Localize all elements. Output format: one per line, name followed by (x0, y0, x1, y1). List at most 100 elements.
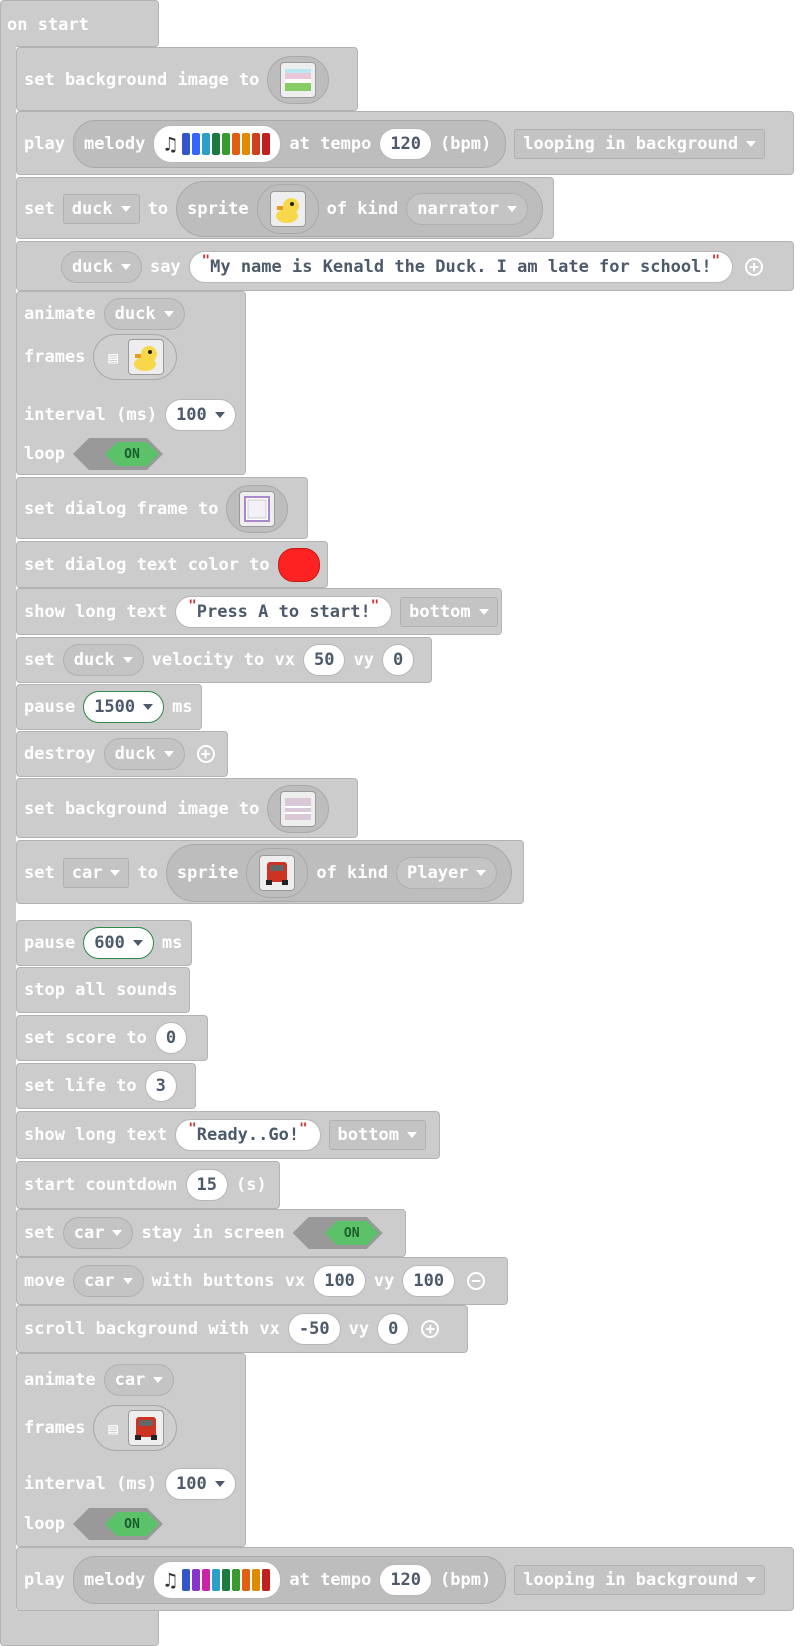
background-image-slot[interactable] (267, 785, 330, 833)
show-long-text-block[interactable]: show long text " Press A to start! " botto… (16, 588, 502, 635)
variable-dropdown[interactable]: car (103, 1364, 175, 1396)
frames-editor[interactable]: ▤ (93, 334, 178, 380)
melody-editor[interactable]: ♫ (153, 125, 282, 163)
plus-circle-icon[interactable]: + (745, 258, 764, 276)
pause-block[interactable]: pause 1500 ms (16, 684, 202, 730)
plus-circle-icon[interactable]: + (196, 745, 215, 763)
color-swatch[interactable] (277, 548, 320, 582)
melody-wrapper[interactable]: melody ♫ at tempo 120 (bpm) (72, 1556, 507, 1604)
interval-label: interval (ms) (24, 405, 158, 425)
chevron-down-icon (507, 206, 518, 212)
set-score-block[interactable]: set score to 0 (16, 1015, 208, 1061)
block-label: set background image to (24, 70, 260, 90)
sprite-image-slot[interactable] (246, 848, 309, 898)
vx-input[interactable]: -50 (287, 1313, 341, 1345)
melody-note-bar (212, 133, 221, 155)
playback-mode-dropdown[interactable]: looping in background (514, 1565, 766, 1595)
sprite-say-block[interactable]: duck say " My name is Kenald the Duck. I … (16, 241, 794, 291)
car-sprite-thumb[interactable] (259, 855, 296, 891)
scroll-background-block[interactable]: scroll background with vx -50 vy 0 + (16, 1305, 468, 1353)
position-dropdown[interactable]: bottom (400, 597, 498, 627)
animate-block[interactable]: animate car frames ▤ interval (ms) 100 l… (16, 1353, 246, 1547)
background-image-slot[interactable] (267, 56, 330, 104)
interval-dropdown[interactable]: 100 (165, 1468, 236, 1500)
long-text-input[interactable]: " Ready..Go! " (175, 1119, 321, 1151)
kind-dropdown[interactable]: Player (396, 857, 498, 889)
minus-circle-icon[interactable]: − (467, 1272, 486, 1290)
duck-frame-thumb[interactable] (128, 339, 165, 375)
position-dropdown[interactable]: bottom (328, 1120, 426, 1150)
variable-dropdown[interactable]: duck (62, 644, 144, 676)
set-life-block[interactable]: set life to 3 (16, 1063, 196, 1109)
vx-input[interactable]: 50 (302, 644, 346, 676)
background-image-thumb[interactable] (280, 791, 317, 827)
pause-ms-dropdown[interactable]: 600 (83, 927, 154, 959)
variable-dropdown[interactable]: duck (61, 251, 142, 283)
loop-toggle[interactable]: ON (72, 1508, 163, 1540)
duck-sprite-thumb[interactable] (269, 191, 306, 227)
vy-input[interactable]: 0 (381, 644, 415, 676)
dialog-frame-slot[interactable] (226, 485, 289, 533)
pause-block[interactable]: pause 600 ms (16, 920, 192, 966)
set-sprite-block[interactable]: set car to sprite of kind Player (16, 840, 524, 904)
open-quote: " (188, 598, 197, 614)
move-with-buttons-block[interactable]: move car with buttons vx 100 vy 100 − (16, 1257, 508, 1305)
loop-toggle[interactable]: ON (72, 438, 163, 470)
play-melody-block[interactable]: play melody ♫ at tempo 120 (bpm) looping… (16, 1547, 794, 1611)
stay-in-screen-toggle[interactable]: ON (292, 1217, 383, 1249)
variable-dropdown[interactable]: car (62, 858, 130, 888)
long-text-value: Press A to start! (196, 602, 371, 622)
set-dialog-frame-block[interactable]: set dialog frame to (16, 477, 308, 539)
sprite-wrapper[interactable]: sprite of kind Player (165, 844, 513, 902)
interval-dropdown[interactable]: 100 (165, 399, 236, 431)
on-start-spine (0, 40, 16, 1610)
melody-wrapper[interactable]: melody ♫ at tempo 120 (bpm) (72, 120, 507, 168)
set-dialog-text-color-block[interactable]: set dialog text color to (16, 541, 328, 588)
stop-all-sounds-block[interactable]: stop all sounds (16, 967, 190, 1013)
start-countdown-block[interactable]: start countdown 15 (s) (16, 1161, 280, 1209)
kind-dropdown[interactable]: narrator (406, 193, 529, 225)
vx-input[interactable]: 100 (313, 1265, 366, 1297)
melody-note-bar (262, 1569, 271, 1591)
melody-editor[interactable]: ♫ (153, 1561, 282, 1599)
dialog-frame-thumb[interactable] (239, 491, 276, 527)
say-text-input[interactable]: " My name is Kenald the Duck. I am late f… (188, 251, 734, 283)
chevron-down-icon (478, 609, 489, 615)
set-velocity-block[interactable]: set duck velocity to vx 50 vy 0 (16, 637, 432, 683)
block-label: scroll background with vx (24, 1319, 280, 1339)
variable-dropdown[interactable]: duck (103, 298, 185, 330)
tempo-input[interactable]: 120 (379, 128, 433, 160)
sprite-image-slot[interactable] (256, 184, 319, 234)
set-background-image-block[interactable]: set background image to (16, 47, 358, 111)
long-text-input[interactable]: " Press A to start! " (175, 596, 393, 628)
animate-block[interactable]: animate duck frames ▤ interval (ms) 100 … (16, 291, 246, 475)
sprite-label: sprite (187, 199, 249, 219)
show-long-text-block[interactable]: show long text " Ready..Go! " bottom (16, 1111, 440, 1159)
on-start-block[interactable]: on start (0, 0, 159, 47)
life-input[interactable]: 3 (144, 1070, 177, 1102)
vy-input[interactable]: 100 (402, 1265, 456, 1297)
stay-in-screen-block[interactable]: set car stay in screen ON (16, 1209, 406, 1257)
countdown-input[interactable]: 15 (185, 1169, 229, 1201)
sprite-wrapper[interactable]: sprite of kind narrator (176, 181, 544, 237)
chevron-down-icon (214, 1481, 225, 1487)
variable-dropdown[interactable]: car (72, 1265, 144, 1297)
car-frame-thumb[interactable] (128, 1410, 165, 1446)
background-image-thumb[interactable] (280, 62, 317, 98)
variable-dropdown[interactable]: car (62, 1217, 134, 1249)
variable-dropdown[interactable]: duck (62, 194, 140, 224)
variable-dropdown[interactable]: duck (103, 738, 185, 770)
playback-mode-dropdown[interactable]: looping in background (514, 129, 766, 159)
melody-note-bar (192, 1569, 201, 1591)
plus-circle-icon[interactable]: + (421, 1320, 440, 1338)
film-strip-icon: ▤ (108, 347, 119, 367)
destroy-block[interactable]: destroy duck + (16, 731, 228, 777)
set-background-image-block[interactable]: set background image to (16, 778, 358, 838)
pause-ms-dropdown[interactable]: 1500 (83, 691, 165, 723)
set-sprite-block[interactable]: set duck to sprite of kind narrator (16, 177, 554, 239)
frames-editor[interactable]: ▤ (93, 1405, 178, 1451)
tempo-input[interactable]: 120 (379, 1564, 433, 1596)
vy-input[interactable]: 0 (377, 1313, 410, 1345)
score-input[interactable]: 0 (154, 1022, 188, 1054)
play-melody-block[interactable]: play melody ♫ at tempo 120 (bpm) looping… (16, 111, 794, 175)
